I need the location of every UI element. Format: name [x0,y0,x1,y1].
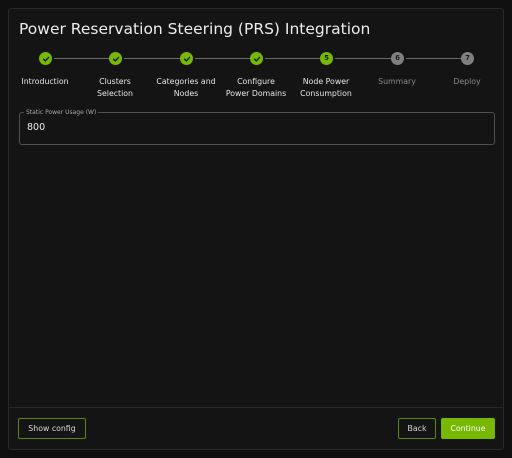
step-7-label: Deploy [453,77,481,86]
static-power-usage-label: Static Power Usage (W) [24,108,99,117]
check-icon [183,56,190,62]
step-connector [265,58,320,59]
step-2-label: Clusters Selection [97,77,133,98]
static-power-usage-input[interactable] [27,122,467,133]
step-2-indicator [109,52,122,65]
step-connector [335,58,391,59]
step-connector [406,58,461,59]
check-icon [42,56,49,62]
step-connector [54,58,109,59]
footer-divider [9,407,503,408]
step-1-label: Introduction [21,77,69,86]
show-config-button[interactable]: Show config [18,418,86,439]
prs-integration-dialog: Power Reservation Steering (PRS) Integra… [8,8,504,450]
step-connector [195,58,250,59]
static-power-usage-field: Static Power Usage (W) [19,108,495,145]
continue-button[interactable]: Continue [441,418,495,439]
check-icon [112,56,119,62]
step-1-indicator [39,52,52,65]
step-3-label: Categories and Nodes [156,77,216,98]
step-7-indicator: 7 [461,52,474,65]
check-icon [253,56,260,62]
back-button[interactable]: Back [398,418,436,439]
dialog-title: Power Reservation Steering (PRS) Integra… [19,20,371,38]
step-4-label: Configure Power Domains [225,77,287,98]
step-6-label: Summary [378,77,416,86]
step-3-indicator [180,52,193,65]
step-5-indicator: 5 [320,52,333,65]
step-connector [124,58,180,59]
step-5-label: Node Power Consumption [300,77,352,98]
step-6-indicator: 6 [391,52,404,65]
step-4-indicator [250,52,263,65]
